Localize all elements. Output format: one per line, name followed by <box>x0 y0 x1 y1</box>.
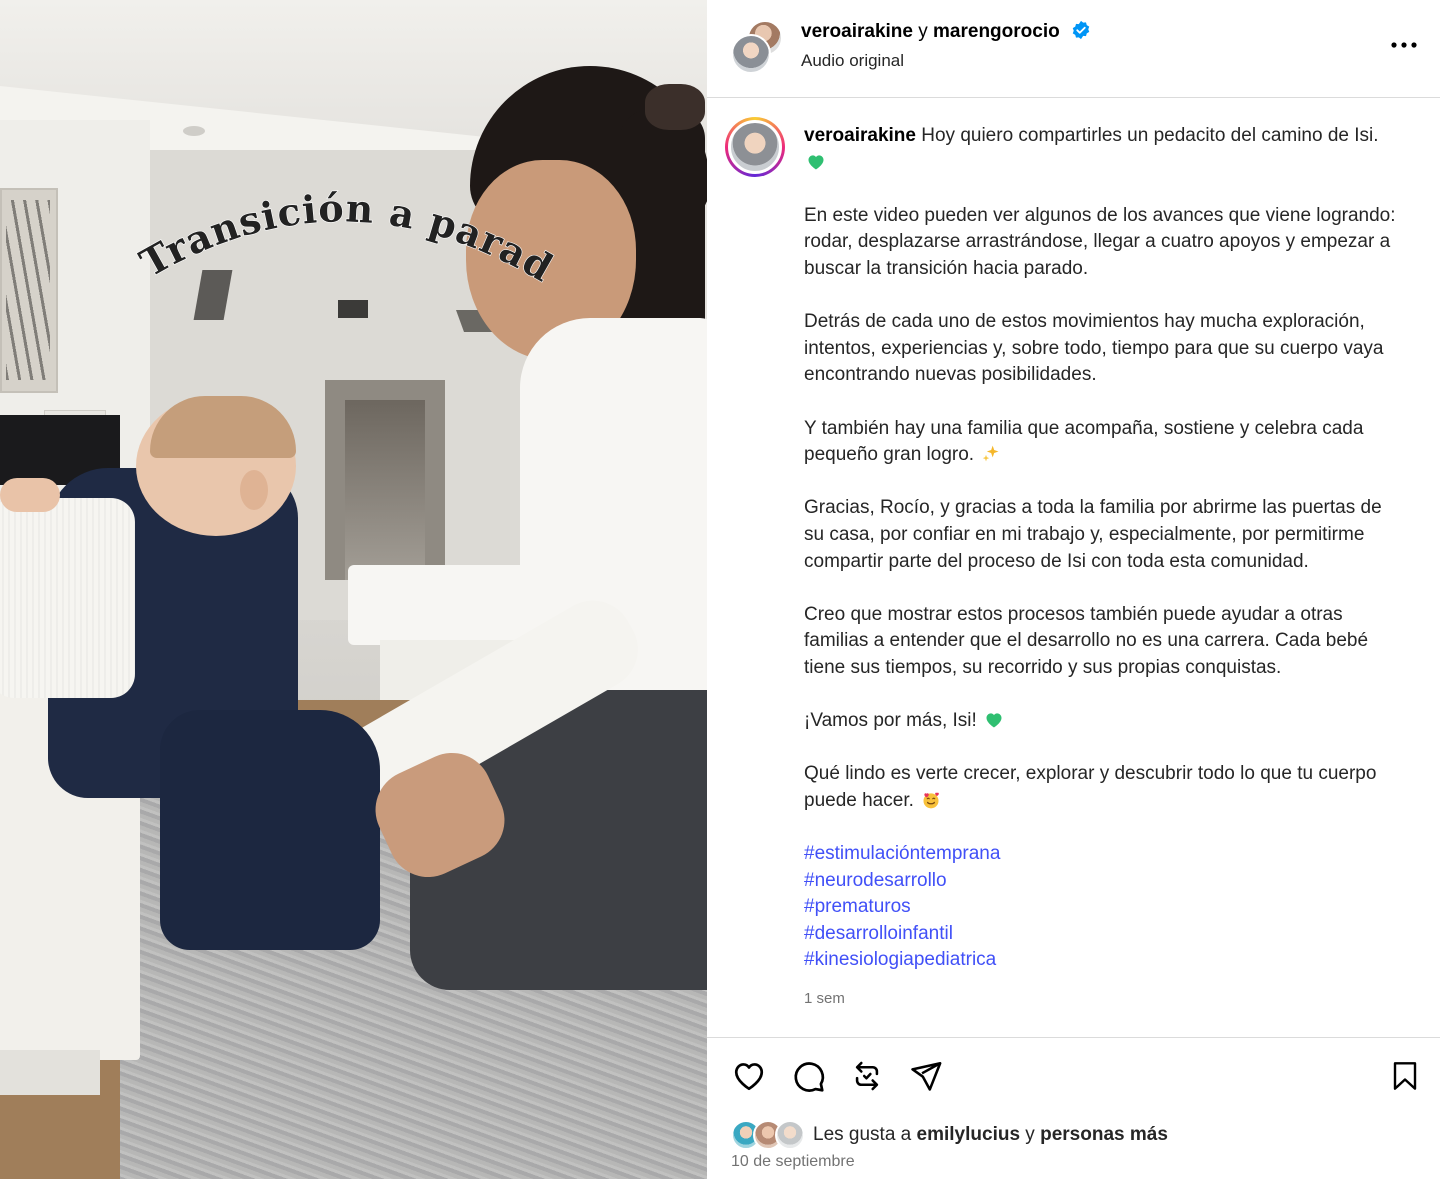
scene-doorway-inner <box>345 400 425 580</box>
caption-intro: veroairakine Hoy quiero compartirles un … <box>804 123 1404 176</box>
hashtag-link[interactable]: #prematuros <box>804 894 1404 921</box>
repost-icon <box>850 1059 884 1098</box>
liker-avatars <box>731 1120 807 1150</box>
likes-others-link[interactable]: personas más <box>1040 1124 1168 1146</box>
more-horizontal-icon <box>1391 35 1417 53</box>
post-panel: veroairakine y marengorocio Audio origin… <box>707 0 1440 1179</box>
comment-button[interactable] <box>788 1058 828 1098</box>
caption-paragraph-wrap: Y también hay una familia que acompaña, … <box>804 416 1404 469</box>
caption-paragraph: Qué lindo es verte crecer, explorar y de… <box>804 763 1377 811</box>
hashtag-list: #estimulacióntemprana #neurodesarrollo #… <box>804 841 1404 974</box>
svg-text:Transición a parado.: Transición a parado. <box>0 0 561 291</box>
scene-sofa-cushion <box>0 498 135 698</box>
post-authors: veroairakine y marengorocio <box>801 20 1091 46</box>
caption-paragraph: En este video pueden ver algunos de los … <box>804 204 1396 279</box>
green-heart-icon <box>984 710 1004 730</box>
repost-button[interactable] <box>847 1058 887 1098</box>
collab-avatars[interactable] <box>731 20 783 74</box>
video-overlay-caption: Transición a parado. <box>0 0 561 291</box>
caption-timestamp[interactable]: 1 sem <box>804 986 1404 1013</box>
avatar[interactable] <box>731 34 771 74</box>
verified-badge-icon <box>1071 20 1091 46</box>
author-link[interactable]: veroairakine <box>801 21 913 42</box>
avatar[interactable] <box>775 1120 805 1150</box>
comment-icon <box>790 1058 826 1099</box>
heart-icon <box>731 1058 767 1099</box>
video-overlay-text: Transición a parado. <box>0 0 561 291</box>
likes-summary: Les gusta a emilylucius y personas más <box>731 1120 1168 1150</box>
scene-sofa-base <box>0 1050 100 1095</box>
share-icon <box>909 1059 943 1098</box>
post-header: veroairakine y marengorocio Audio origin… <box>707 0 1440 98</box>
post-actions: Les gusta a emilylucius y personas más 1… <box>707 1037 1440 1179</box>
hashtag-link[interactable]: #kinesiologiapediatrica <box>804 947 1404 974</box>
scene-baby-legs <box>160 710 380 950</box>
scene-baby-hand <box>0 478 60 512</box>
smiling-face-with-hearts-icon <box>921 790 941 810</box>
post-date[interactable]: 10 de septiembre <box>731 1153 855 1171</box>
caption-paragraph: Y también hay una familia que acompaña, … <box>804 417 1364 466</box>
caption-area: veroairakine Hoy quiero compartirles un … <box>707 99 1440 1037</box>
more-options-button[interactable] <box>1388 28 1420 60</box>
save-button[interactable] <box>1385 1058 1425 1098</box>
sparkles-icon <box>981 444 1001 464</box>
green-heart-icon <box>806 152 826 172</box>
likes-connector: y <box>1020 1124 1041 1145</box>
author-link[interactable]: marengorocio <box>933 21 1060 42</box>
caption-text: Hoy quiero compartirles un pedacito del … <box>915 125 1379 146</box>
avatar[interactable] <box>725 117 785 177</box>
caption-paragraph: ¡Vamos por más, Isi! <box>804 710 977 732</box>
caption-paragraph: Creo que mostrar estos procesos también … <box>804 603 1369 678</box>
like-button[interactable] <box>729 1058 769 1098</box>
hashtag-link[interactable]: #estimulacióntemprana <box>804 841 1404 868</box>
post-caption: veroairakine Hoy quiero compartirles un … <box>804 123 1404 1013</box>
scene-baby-ear <box>240 470 268 510</box>
hashtag-link[interactable]: #neurodesarrollo <box>804 868 1404 895</box>
caption-paragraph-wrap: Qué lindo es verte crecer, explorar y de… <box>804 761 1404 814</box>
liker-username[interactable]: emilylucius <box>917 1124 1021 1146</box>
caption-paragraph-wrap: ¡Vamos por más, Isi! <box>804 708 1404 735</box>
post-video[interactable]: Transición a parado. <box>0 0 707 1179</box>
bookmark-icon <box>1389 1059 1421 1098</box>
audio-link[interactable]: Audio original <box>801 51 904 71</box>
caption-paragraph: Gracias, Rocío, y gracias a toda la fami… <box>804 497 1382 572</box>
likes-prefix: Les gusta a <box>813 1124 917 1145</box>
authors-connector: y <box>912 21 934 42</box>
share-button[interactable] <box>906 1058 946 1098</box>
caption-paragraph: Detrás de cada uno de estos movimientos … <box>804 311 1384 386</box>
hashtag-link[interactable]: #desarrolloinfantil <box>804 921 1404 948</box>
caption-username[interactable]: veroairakine <box>804 125 916 146</box>
